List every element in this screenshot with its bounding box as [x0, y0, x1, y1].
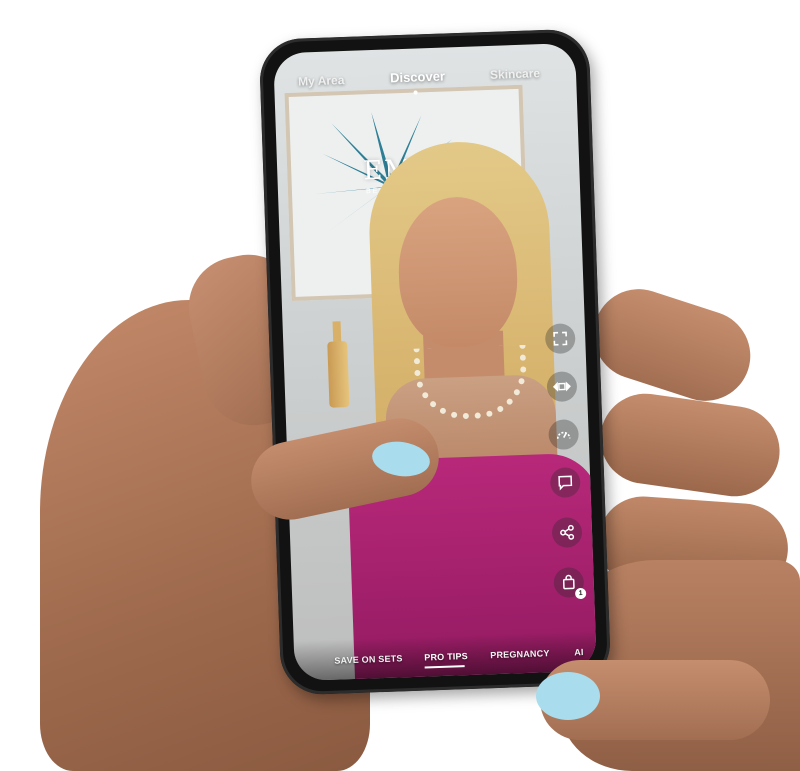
share-icon — [560, 524, 575, 540]
tab-pro-tips[interactable]: PRO TIPS — [424, 651, 468, 663]
tab-pregnancy[interactable]: PREGNANCY — [490, 648, 550, 660]
nav-tab-my-area[interactable]: My Area — [298, 73, 345, 89]
nav-tab-discover[interactable]: Discover — [390, 68, 445, 85]
right-hand-finger — [582, 277, 762, 413]
nav-tab-skincare[interactable]: Skincare — [490, 66, 541, 82]
serum-bottle — [327, 341, 350, 408]
top-navigation: My Area Discover Skincare — [273, 53, 576, 95]
playback-speed-button[interactable] — [548, 419, 580, 451]
speed-gauge-icon — [556, 431, 571, 439]
serum-bottle-dropper — [332, 321, 342, 344]
shopping-bag-icon — [562, 574, 575, 590]
phone-device: EM BEVERLY My Area Discover Skincare — [258, 28, 612, 696]
fullscreen-icon — [553, 331, 568, 346]
active-tab-underline — [424, 665, 465, 669]
right-hand-finger — [594, 387, 786, 503]
swap-view-button[interactable] — [546, 371, 578, 403]
right-thumb-nail — [536, 672, 600, 720]
comment-icon — [558, 475, 573, 491]
swap-horizontal-icon — [552, 381, 571, 392]
shopping-bag-button[interactable]: 1 — [553, 566, 587, 600]
tab-ai[interactable]: AI — [574, 647, 584, 657]
phone-screen: EM BEVERLY My Area Discover Skincare — [273, 42, 597, 682]
tab-save-on-sets[interactable]: SAVE ON SETS — [334, 653, 403, 665]
fullscreen-button[interactable] — [544, 323, 576, 355]
product-mockup-scene: EM BEVERLY My Area Discover Skincare — [0, 0, 800, 771]
